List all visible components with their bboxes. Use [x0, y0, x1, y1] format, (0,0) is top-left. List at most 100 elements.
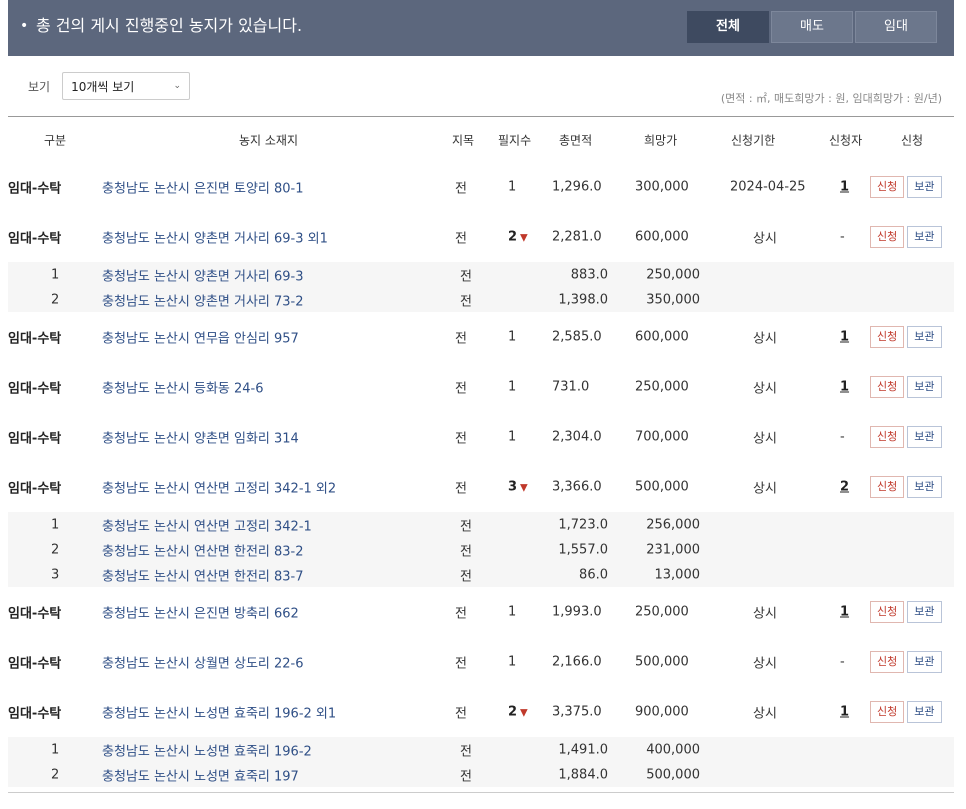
- row-applicants-link[interactable]: 1: [840, 605, 849, 620]
- row-applicants-link[interactable]: 1: [840, 180, 849, 195]
- parcel-no: 1: [51, 267, 60, 282]
- keep-button[interactable]: 보관: [907, 701, 942, 723]
- table-row: 임대-수탁 충청남도 논산시 연무읍 안심리 957 전 1 2,585.0 600,00…: [8, 312, 954, 362]
- row-type: 임대-수탁: [8, 481, 62, 497]
- keep-button[interactable]: 보관: [907, 326, 942, 348]
- parcel-row: 1 충청남도 논산시 양촌면 거사리 69-3 전 883.0 250,000: [8, 262, 954, 287]
- parcel-area: 1,723.0: [558, 517, 608, 532]
- apply-button[interactable]: 신청: [870, 376, 905, 398]
- tab-sale[interactable]: 매도: [771, 11, 853, 43]
- apply-button[interactable]: 신청: [870, 176, 905, 198]
- row-area: 2,304.0: [552, 429, 602, 445]
- parcel-area: 883.0: [570, 267, 608, 282]
- row-area: 3,375.0: [552, 704, 602, 720]
- row-applicants: -: [840, 654, 845, 670]
- row-jimok: 전: [455, 606, 467, 622]
- apply-button[interactable]: 신청: [870, 326, 905, 348]
- tab-all[interactable]: 전체: [687, 11, 769, 43]
- keep-button[interactable]: 보관: [907, 601, 942, 623]
- row-type: 임대-수탁: [8, 656, 62, 672]
- row-applicants: -: [840, 229, 845, 245]
- row-price: 250,000: [635, 604, 689, 620]
- parcel-price: 231,000: [646, 542, 700, 557]
- caret-down-icon: ▼: [520, 707, 528, 719]
- row-jimok: 전: [455, 431, 467, 447]
- banner-bullet: •: [20, 18, 29, 34]
- parcel-no: 3: [51, 567, 60, 582]
- page-size-select[interactable]: 10개씩 보기 ⌄: [62, 72, 191, 100]
- parcel-address-link[interactable]: 충청남도 논산시 연산면 한전리 83-2: [102, 540, 304, 559]
- row-count-toggle[interactable]: 3 ▼: [508, 480, 528, 495]
- keep-button[interactable]: 보관: [907, 376, 942, 398]
- parcel-no: 1: [51, 517, 60, 532]
- row-jimok: 전: [455, 181, 467, 197]
- row-applicants-link[interactable]: 1: [840, 330, 849, 345]
- row-type: 임대-수탁: [8, 431, 62, 447]
- tab-lease[interactable]: 임대: [855, 11, 937, 43]
- row-price: 600,000: [635, 329, 689, 345]
- parcel-address-link[interactable]: 충청남도 논산시 노성면 효죽리 196-2: [102, 740, 312, 759]
- keep-button[interactable]: 보관: [907, 226, 942, 248]
- row-count-toggle[interactable]: 2 ▼: [508, 705, 528, 720]
- row-jimok: 전: [455, 331, 467, 347]
- table-row: 임대-수탁 충청남도 논산시 상월면 상도리 22-6 전 1 2,166.0 500,0…: [8, 637, 954, 687]
- row-address-link[interactable]: 충청남도 논산시 양촌면 임화리 314: [102, 428, 299, 447]
- row-address-link[interactable]: 충청남도 논산시 연산면 고정리 342-1 외2: [102, 478, 336, 497]
- row-type: 임대-수탁: [8, 231, 62, 247]
- row-address-link[interactable]: 충청남도 논산시 은진면 토양리 80-1: [102, 178, 304, 197]
- filter-tabs: 전체 매도 임대: [687, 11, 937, 43]
- parcel-row: 2 충청남도 논산시 연산면 한전리 83-2 전 1,557.0 231,000: [8, 537, 954, 562]
- row-actions: 신청 보관: [870, 176, 942, 198]
- row-address-link[interactable]: 충청남도 논산시 양촌면 거사리 69-3 외1: [102, 228, 328, 247]
- keep-button[interactable]: 보관: [907, 176, 942, 198]
- row-actions: 신청 보관: [870, 651, 942, 673]
- row-deadline: 상시: [753, 706, 777, 722]
- page-size-value: 10개씩 보기: [71, 79, 135, 94]
- keep-button[interactable]: 보관: [907, 651, 942, 673]
- row-type: 임대-수탁: [8, 331, 62, 347]
- row-applicants-link[interactable]: 1: [840, 705, 849, 720]
- row-deadline: 상시: [753, 606, 777, 622]
- apply-button[interactable]: 신청: [870, 226, 905, 248]
- parcel-jimok: 전: [460, 569, 472, 584]
- parcel-address-link[interactable]: 충청남도 논산시 양촌면 거사리 73-2: [102, 290, 304, 309]
- row-address-link[interactable]: 충청남도 논산시 연무읍 안심리 957: [102, 328, 299, 347]
- row-count-toggle[interactable]: 2 ▼: [508, 230, 528, 245]
- row-count: 1: [508, 179, 517, 195]
- apply-button[interactable]: 신청: [870, 476, 905, 498]
- row-type: 임대-수탁: [8, 381, 62, 397]
- header-apply: 신청: [901, 133, 924, 148]
- row-price: 250,000: [635, 379, 689, 395]
- parcel-address-link[interactable]: 충청남도 논산시 노성면 효죽리 197: [102, 765, 299, 784]
- parcel-address-link[interactable]: 충청남도 논산시 양촌면 거사리 69-3: [102, 265, 304, 284]
- apply-button[interactable]: 신청: [870, 601, 905, 623]
- parcel-row: 1 충청남도 논산시 연산면 고정리 342-1 전 1,723.0 256,000: [8, 512, 954, 537]
- row-actions: 신청 보관: [870, 426, 942, 448]
- row-address-link[interactable]: 충청남도 논산시 노성면 효죽리 196-2 외1: [102, 703, 336, 722]
- row-address-link[interactable]: 충청남도 논산시 은진면 방축리 662: [102, 603, 299, 622]
- row-area: 1,296.0: [552, 179, 602, 195]
- parcel-row: 1 충청남도 논산시 노성면 효죽리 196-2 전 1,491.0 400,000: [8, 737, 954, 762]
- apply-button[interactable]: 신청: [870, 701, 905, 723]
- row-address-link[interactable]: 충청남도 논산시 상월면 상도리 22-6: [102, 653, 304, 672]
- row-count: 1: [508, 604, 517, 620]
- apply-button[interactable]: 신청: [870, 426, 905, 448]
- keep-button[interactable]: 보관: [907, 476, 942, 498]
- parcel-no: 2: [51, 292, 60, 307]
- row-price: 300,000: [635, 179, 689, 195]
- parcel-jimok: 전: [460, 269, 472, 284]
- table-row: 임대-수탁 충청남도 논산시 연산면 고정리 342-1 외2 전 3 ▼ 3,366.0…: [8, 462, 954, 512]
- apply-button[interactable]: 신청: [870, 651, 905, 673]
- row-applicants-link[interactable]: 2: [840, 480, 849, 495]
- keep-button[interactable]: 보관: [907, 426, 942, 448]
- parcel-address-link[interactable]: 충청남도 논산시 연산면 고정리 342-1: [102, 515, 312, 534]
- row-address-link[interactable]: 충청남도 논산시 등화동 24-6: [102, 378, 264, 397]
- row-applicants-link[interactable]: 1: [840, 380, 849, 395]
- parcel-jimok: 전: [460, 294, 472, 309]
- parcel-jimok: 전: [460, 519, 472, 534]
- parcel-address-link[interactable]: 충청남도 논산시 연산면 한전리 83-7: [102, 565, 304, 584]
- banner-title: 총 건의 게시 진행중인 농지가 있습니다.: [36, 16, 303, 35]
- row-count: 1: [508, 654, 517, 670]
- view-label: 보기: [28, 79, 51, 94]
- table-row: 임대-수탁 충청남도 논산시 은진면 방축리 662 전 1 1,993.0 250,00…: [8, 587, 954, 637]
